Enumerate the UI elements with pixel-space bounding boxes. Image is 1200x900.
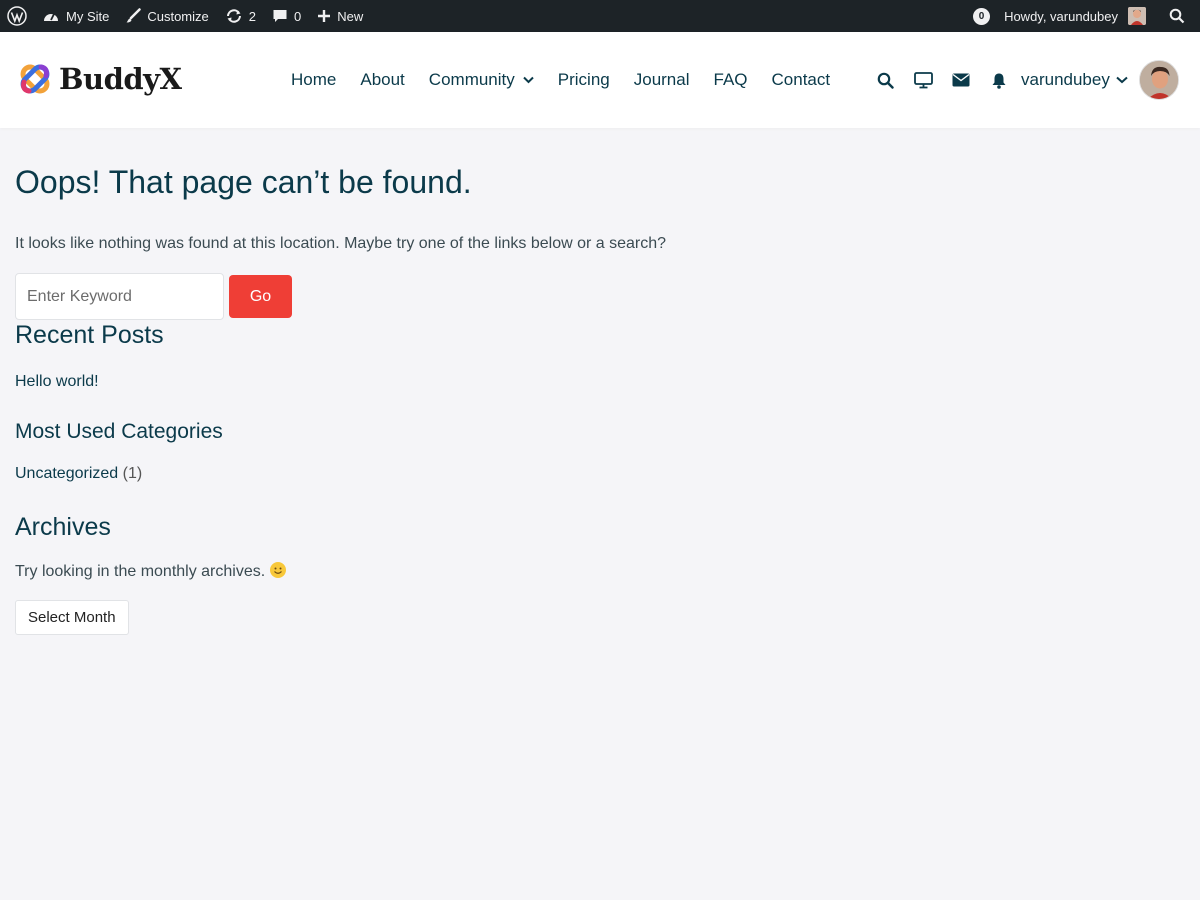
my-site-label: My Site: [66, 8, 110, 24]
nav-journal[interactable]: Journal: [622, 70, 702, 90]
paintbrush-icon: [126, 8, 142, 23]
avatar: [1128, 7, 1146, 25]
new-content-link[interactable]: New: [309, 0, 371, 32]
notifications-badge[interactable]: 0: [973, 7, 991, 25]
updates-icon: [226, 9, 241, 23]
smiley-icon: [270, 562, 287, 578]
category-item: Uncategorized (1): [15, 465, 142, 483]
chevron-down-icon: [1116, 76, 1128, 84]
recent-post-link[interactable]: Hello world!: [15, 373, 99, 391]
new-label: New: [337, 8, 364, 24]
nav-faq[interactable]: FAQ: [702, 70, 760, 90]
user-name: varundubey: [1021, 70, 1110, 89]
page-title: Oops! That page can’t be found.: [15, 164, 472, 200]
nav-home[interactable]: Home: [279, 70, 348, 90]
comments-count: 0: [294, 8, 302, 24]
nav-community-label: Community: [428, 70, 515, 89]
category-link[interactable]: Uncategorized: [15, 465, 118, 482]
logo-text: BuddyX: [59, 62, 182, 96]
recent-posts-heading: Recent Posts: [15, 321, 164, 349]
nav-contact-label: Contact: [771, 70, 831, 89]
site-logo[interactable]: BuddyX: [16, 60, 182, 98]
nav-journal-label: Journal: [633, 70, 690, 89]
my-site-link[interactable]: My Site: [34, 0, 117, 32]
customize-link[interactable]: Customize: [117, 0, 216, 32]
user-menu[interactable]: varundubey: [1021, 60, 1179, 100]
search-icon: [877, 72, 894, 89]
wordpress-logo-button[interactable]: [0, 0, 34, 32]
site-header: BuddyX Home About Community Pricing Jour…: [0, 32, 1200, 128]
desktop-icon: [913, 71, 933, 88]
search-go-button[interactable]: Go: [229, 275, 292, 318]
updates-count: 2: [248, 8, 256, 24]
comments-link[interactable]: 0: [264, 0, 309, 32]
search-input[interactable]: [15, 273, 224, 320]
search-form: Go: [15, 273, 292, 320]
archive-month-select[interactable]: Select Month: [15, 600, 129, 635]
nav-about[interactable]: About: [348, 70, 416, 90]
nav-community[interactable]: Community: [417, 70, 546, 90]
buddyx-logo-icon: [20, 64, 50, 94]
nav-faq-label: FAQ: [713, 70, 748, 89]
archives-text-label: Try looking in the monthly archives.: [15, 563, 266, 580]
dashboard-icon: [44, 13, 58, 21]
header-tools: varundubey: [866, 32, 1179, 128]
nav-home-label: Home: [291, 70, 337, 89]
howdy-label: Howdy, varundubey: [1004, 8, 1118, 24]
nav-contact[interactable]: Contact: [760, 70, 843, 90]
archives-text: Try looking in the monthly archives.: [15, 562, 287, 581]
header-search-button[interactable]: [866, 64, 904, 96]
comment-icon: [273, 10, 287, 22]
admin-bar: My Site Customize 2 0 New 0 Howdy, varun…: [0, 0, 1200, 32]
avatar[interactable]: [1138, 60, 1179, 100]
updates-link[interactable]: 2: [217, 0, 264, 32]
messages-button[interactable]: [942, 64, 980, 96]
main-navigation: Home About Community Pricing Journal FAQ…: [279, 32, 842, 128]
chevron-down-icon: [523, 76, 534, 84]
category-count: (1): [122, 465, 143, 482]
not-found-message: It looks like nothing was found at this …: [15, 235, 667, 252]
plus-icon: [318, 10, 331, 22]
notifications-button[interactable]: [980, 64, 1018, 96]
bell-icon: [992, 73, 1006, 89]
categories-heading: Most Used Categories: [15, 420, 223, 443]
archives-heading: Archives: [15, 513, 111, 541]
adminbar-search-button[interactable]: [1154, 0, 1200, 32]
envelope-icon: [952, 73, 970, 87]
wordpress-icon: [7, 6, 27, 26]
account-menu[interactable]: Howdy, varundubey: [1004, 0, 1154, 32]
customize-label: Customize: [147, 8, 209, 24]
nav-pricing[interactable]: Pricing: [546, 70, 622, 90]
activity-button[interactable]: [904, 64, 942, 96]
nav-pricing-label: Pricing: [557, 70, 610, 89]
search-icon: [1169, 8, 1185, 24]
nav-about-label: About: [360, 70, 405, 89]
